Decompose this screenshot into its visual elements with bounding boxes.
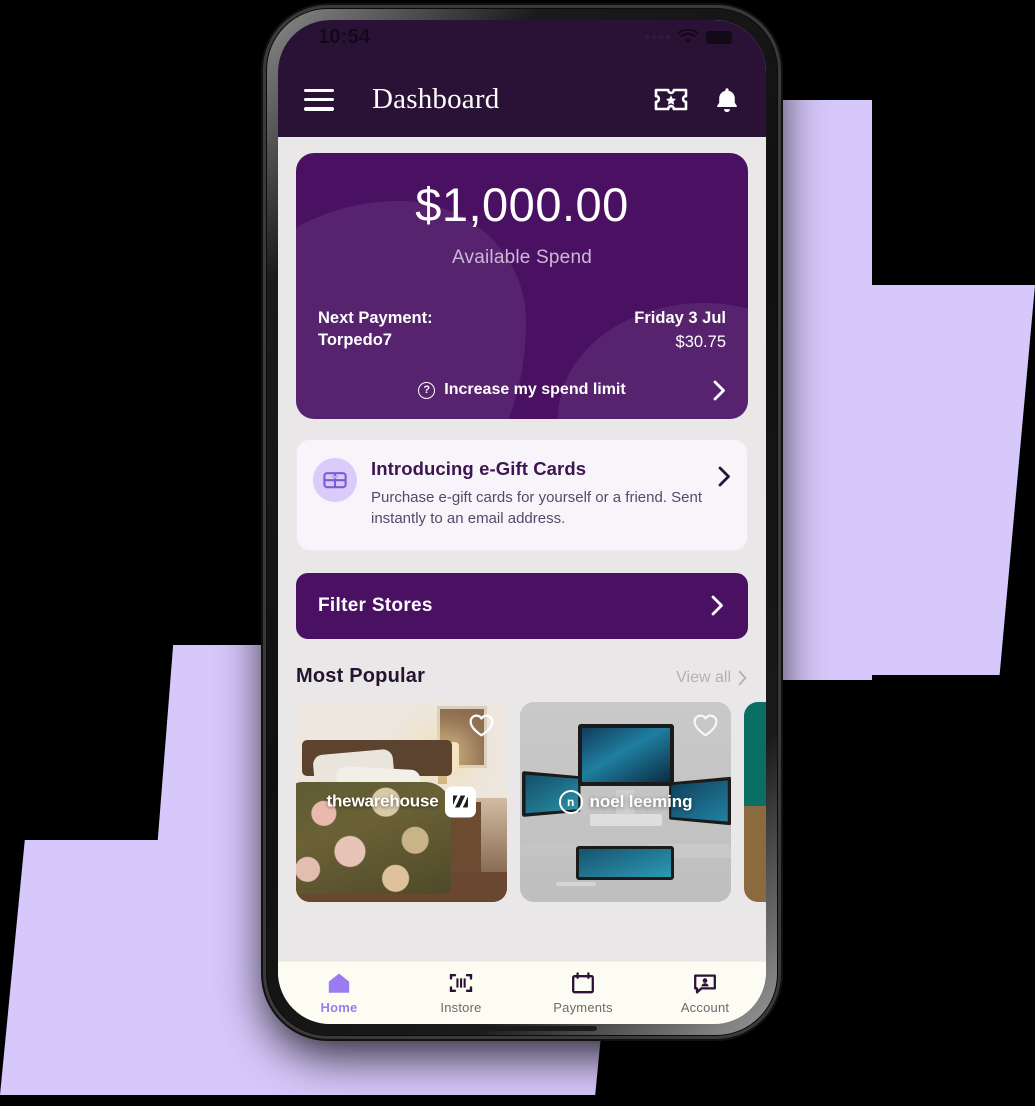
store-logo: n noel leeming [520,789,731,814]
signal-dots-icon [645,35,670,39]
tab-home[interactable]: Home [278,971,400,1015]
chevron-right-icon [713,380,725,400]
hamburger-menu-icon[interactable] [304,88,334,111]
view-all-label: View all [676,668,731,686]
increase-spend-limit-button[interactable]: ? Increase my spend limit [296,380,748,400]
heart-outline-icon[interactable] [692,713,719,738]
next-payment-label: Next Payment: [318,308,433,327]
store-name: noel leeming [589,791,693,811]
heart-outline-icon[interactable] [468,713,495,738]
next-payment-date: Friday 3 Jul [634,308,726,327]
gift-card-icon [313,458,357,502]
promo-title: Introducing e-Gift Cards [371,458,587,479]
available-spend-amount: $1,000.00 [415,178,629,231]
background-shape [740,285,1035,675]
egift-cards-promo[interactable]: Introducing e-Gift Cards Purchase e-gift… [296,439,748,551]
available-spend-label: Available Spend [452,246,592,268]
store-card[interactable]: n noel leeming [520,701,731,902]
ticket-star-icon[interactable] [654,87,688,112]
home-icon [328,973,350,993]
most-popular-section-header: Most Popular View all [296,665,748,688]
tab-payments[interactable]: Payments [522,971,644,1015]
calendar-icon [572,972,594,994]
tab-label: Account [680,1000,730,1015]
view-all-link[interactable]: View all [676,669,748,687]
chevron-right-icon [711,595,723,616]
increase-spend-limit-label: Increase my spend limit [444,381,626,398]
canvas: 10:54 Dashboard $1,000.00 Available Spen… [0,0,1035,1106]
status-bar: 10:54 [278,20,766,62]
store-logo: thewarehouse [296,786,507,818]
app-header: Dashboard [278,62,766,137]
chevron-right-icon [738,670,747,685]
tab-label: Instore [440,1000,482,1015]
tab-instore[interactable]: Instore [400,971,522,1015]
store-card-carousel[interactable]: thewarehouse n noel leeming [296,701,766,902]
section-title: Most Popular [296,664,426,687]
next-payment-info: Next Payment: Torpedo7 [318,307,433,354]
store-name: thewarehouse [326,791,439,811]
tab-label: Home [320,1000,358,1015]
phone-screen: 10:54 Dashboard $1,000.00 Available Spen… [278,20,766,1024]
next-payment-due: Friday 3 Jul $30.75 [634,307,726,354]
question-mark-icon: ? [418,381,436,399]
notification-bell-icon[interactable] [714,86,740,114]
tab-account[interactable]: Account [644,971,766,1015]
tab-label: Payments [553,1000,613,1015]
status-bar-time: 10:54 [318,26,371,48]
filter-stores-label: Filter Stores [318,594,433,616]
next-payment-merchant: Torpedo7 [318,330,392,349]
promo-description: Purchase e-gift cards for yourself or a … [371,489,702,528]
dashboard-scroll-area[interactable]: $1,000.00 Available Spend Next Payment: … [278,137,766,961]
store-card-image [744,701,766,902]
available-spend-card[interactable]: $1,000.00 Available Spend Next Payment: … [296,153,748,419]
battery-icon [706,30,732,44]
next-payment-amount: $30.75 [675,332,726,351]
home-indicator [447,1026,597,1031]
barcode-icon [449,974,473,992]
filter-stores-button[interactable]: Filter Stores [296,572,748,639]
warehouse-mark-icon [445,786,477,818]
store-card[interactable] [744,701,766,902]
noel-leeming-mark-icon: n [558,789,583,814]
account-person-icon [694,974,716,994]
chevron-right-icon [718,466,730,487]
bottom-navigation: Home Instore Payments Account [278,961,766,1024]
wifi-icon [677,29,699,44]
phone-device-frame: 10:54 Dashboard $1,000.00 Available Spen… [266,8,778,1036]
page-title: Dashboard [372,83,500,115]
store-card[interactable]: thewarehouse [296,701,507,902]
